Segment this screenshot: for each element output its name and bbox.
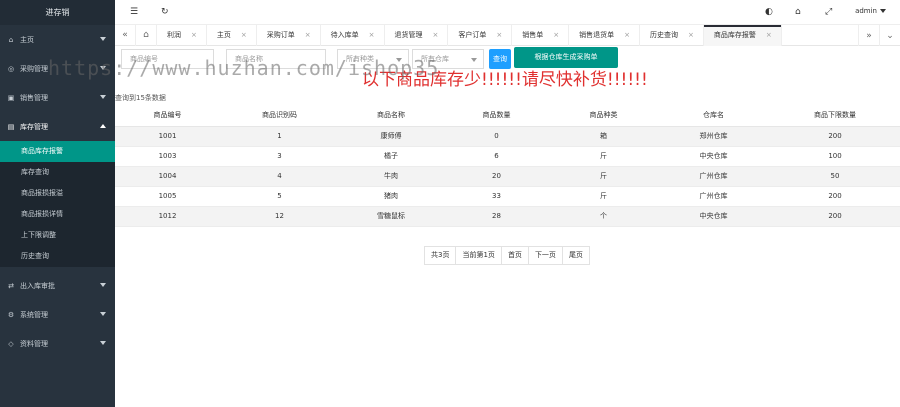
cart-icon: ◎: [7, 64, 15, 73]
tabs-right-arrow-icon[interactable]: »: [858, 25, 879, 46]
app-title: 进存销: [0, 0, 115, 25]
settings-icon: ⚙: [7, 310, 15, 319]
col-product-id: 商品识别码: [220, 105, 339, 127]
tab-customer-order[interactable]: 客户订单 ×: [448, 24, 513, 46]
tab-profit[interactable]: 利润 ×: [157, 24, 207, 46]
pager-total-pages: 共3页: [424, 246, 457, 265]
tab-purchase-order[interactable]: 采购订单 ×: [257, 24, 321, 46]
chevron-down-icon: [396, 58, 402, 62]
sidebar-item-data[interactable]: ◇ 资料管理: [0, 329, 115, 358]
low-stock-warning: 以下商品库存少!!!!!!请尽快补货!!!!!!: [362, 70, 648, 90]
sidebar-item-limit-adjust[interactable]: 上下限调整: [0, 225, 115, 246]
sidebar: 进存销 ⌂ 主页 ◎ 采购管理 ▣ 销售管理 ▤ 库存管理 商品库存报警 库存查…: [0, 0, 115, 407]
inventory-icon: ▤: [7, 122, 15, 131]
sidebar-item-label: 库存管理: [20, 122, 48, 131]
sidebar-item-label: 销售管理: [20, 93, 48, 102]
table-row[interactable]: 1004 4 牛肉 20 斤广州仓库 50: [115, 166, 900, 187]
sidebar-item-history[interactable]: 历史查询: [0, 246, 115, 267]
theme-icon[interactable]: ◐: [765, 7, 773, 17]
close-icon[interactable]: ×: [766, 31, 772, 39]
tab-pending-inbound[interactable]: 待入库单 ×: [321, 24, 385, 46]
table-row[interactable]: 1001 1 康师傅 0 箱郑州仓库 200: [115, 126, 900, 147]
sidebar-item-label: 系统管理: [20, 310, 48, 319]
col-min-quantity: 商品下限数量: [770, 105, 900, 127]
stock-alert-table: 商品编号 商品识别码 商品名称 商品数量 商品种类 仓库名 商品下限数量 100…: [115, 105, 900, 227]
tab-sales-order[interactable]: 销售单 ×: [512, 24, 570, 46]
refresh-icon[interactable]: ↻: [161, 7, 169, 17]
approve-icon: ⇄: [8, 281, 14, 290]
product-code-input[interactable]: 商品编号: [121, 49, 214, 69]
chevron-down-icon: [100, 312, 106, 316]
sidebar-item-stock-query[interactable]: 库存查询: [0, 162, 115, 183]
close-icon[interactable]: ×: [305, 31, 311, 39]
tab-stock-alert[interactable]: 商品库存报警 ×: [703, 24, 782, 46]
inventory-submenu: 商品库存报警 库存查询 商品报损报溢 商品报损详情 上下限调整 历史查询: [0, 141, 115, 267]
tabs-left-arrow-icon[interactable]: «: [115, 24, 136, 46]
user-menu[interactable]: admin: [855, 7, 886, 15]
table-row[interactable]: 1003 3 橘子 6 斤中央仓库 100: [115, 146, 900, 167]
data-icon: ◇: [8, 339, 14, 348]
result-count: 查询到15条数据: [115, 94, 166, 102]
tab-home-icon[interactable]: ⌂: [136, 24, 157, 46]
col-product-code: 商品编号: [115, 105, 220, 127]
chevron-down-icon: [880, 9, 886, 13]
pager-current-page: 当前第1页: [455, 246, 502, 265]
tag-icon[interactable]: ⌂: [795, 7, 801, 17]
fullscreen-icon[interactable]: ⤢: [825, 7, 832, 17]
sidebar-item-system[interactable]: ⚙ 系统管理: [0, 300, 115, 329]
close-icon[interactable]: ×: [553, 31, 559, 39]
table-header-row: 商品编号 商品识别码 商品名称 商品数量 商品种类 仓库名 商品下限数量: [115, 105, 900, 127]
col-product-name: 商品名称: [339, 105, 443, 127]
close-icon[interactable]: ×: [369, 31, 375, 39]
sidebar-item-purchase[interactable]: ◎ 采购管理: [0, 54, 115, 83]
menu-toggle-icon[interactable]: ☰: [130, 7, 138, 17]
tab-bar: « ⌂ 利润 × 主页 × 采购订单 × 待入库单 × 退货管理 × 客户订单 × 销售单 ×…: [115, 24, 900, 46]
col-quantity: 商品数量: [443, 105, 550, 127]
tab-sales-return[interactable]: 销售退货单 ×: [569, 24, 640, 46]
table-row[interactable]: 1012 12 雪糖鼠标 28 个中央仓库 200: [115, 206, 900, 227]
sidebar-item-label: 出入库审批: [20, 281, 55, 290]
sidebar-item-stock-alert[interactable]: 商品库存报警: [0, 141, 115, 162]
close-icon[interactable]: ×: [191, 31, 197, 39]
chevron-up-icon: [100, 124, 106, 128]
sidebar-item-home[interactable]: ⌂ 主页: [0, 25, 115, 54]
tabs-menu-chevron-icon[interactable]: ⌄: [879, 25, 900, 46]
tab-home[interactable]: 主页 ×: [207, 24, 257, 46]
close-icon[interactable]: ×: [688, 31, 694, 39]
close-icon[interactable]: ×: [433, 31, 439, 39]
close-icon[interactable]: ×: [496, 31, 502, 39]
pager-last-button[interactable]: 尾页: [561, 246, 590, 265]
sidebar-item-label: 采购管理: [20, 64, 48, 73]
top-bar: ☰ ↻ ◐ ⌂ ⤢ admin: [115, 0, 900, 25]
chevron-down-icon: [471, 58, 477, 62]
chevron-down-icon: [100, 341, 106, 345]
col-warehouse: 仓库名: [657, 105, 770, 127]
table-row[interactable]: 1005 5 猪肉 33 斤广州仓库 200: [115, 186, 900, 207]
pager-next-button[interactable]: 下一页: [527, 246, 563, 265]
sidebar-item-inventory[interactable]: ▤ 库存管理: [0, 112, 115, 141]
chevron-down-icon: [100, 37, 106, 41]
chevron-down-icon: [100, 95, 106, 99]
sidebar-item-sales[interactable]: ▣ 销售管理: [0, 83, 115, 112]
sidebar-item-label: 主页: [20, 35, 34, 44]
close-icon[interactable]: ×: [241, 31, 247, 39]
sidebar-item-loss-overflow[interactable]: 商品报损报溢: [0, 183, 115, 204]
sidebar-item-label: 资料管理: [20, 339, 48, 348]
pager-first-button[interactable]: 首页: [500, 246, 529, 265]
pagination: 共3页 当前第1页 首页 下一页 尾页: [424, 246, 590, 265]
chevron-down-icon: [100, 66, 106, 70]
sidebar-item-loss-detail[interactable]: 商品报损详情: [0, 204, 115, 225]
tab-returns[interactable]: 退货管理 ×: [385, 24, 449, 46]
chevron-down-icon: [100, 283, 106, 287]
sales-icon: ▣: [7, 93, 15, 102]
username: admin: [855, 7, 877, 15]
col-category: 商品种类: [550, 105, 657, 127]
tab-history[interactable]: 历史查询 ×: [640, 24, 704, 46]
product-name-input[interactable]: 商品名称: [226, 49, 326, 69]
close-icon[interactable]: ×: [624, 31, 630, 39]
home-icon: ⌂: [8, 35, 14, 44]
sidebar-item-approval[interactable]: ⇄ 出入库审批: [0, 271, 115, 300]
